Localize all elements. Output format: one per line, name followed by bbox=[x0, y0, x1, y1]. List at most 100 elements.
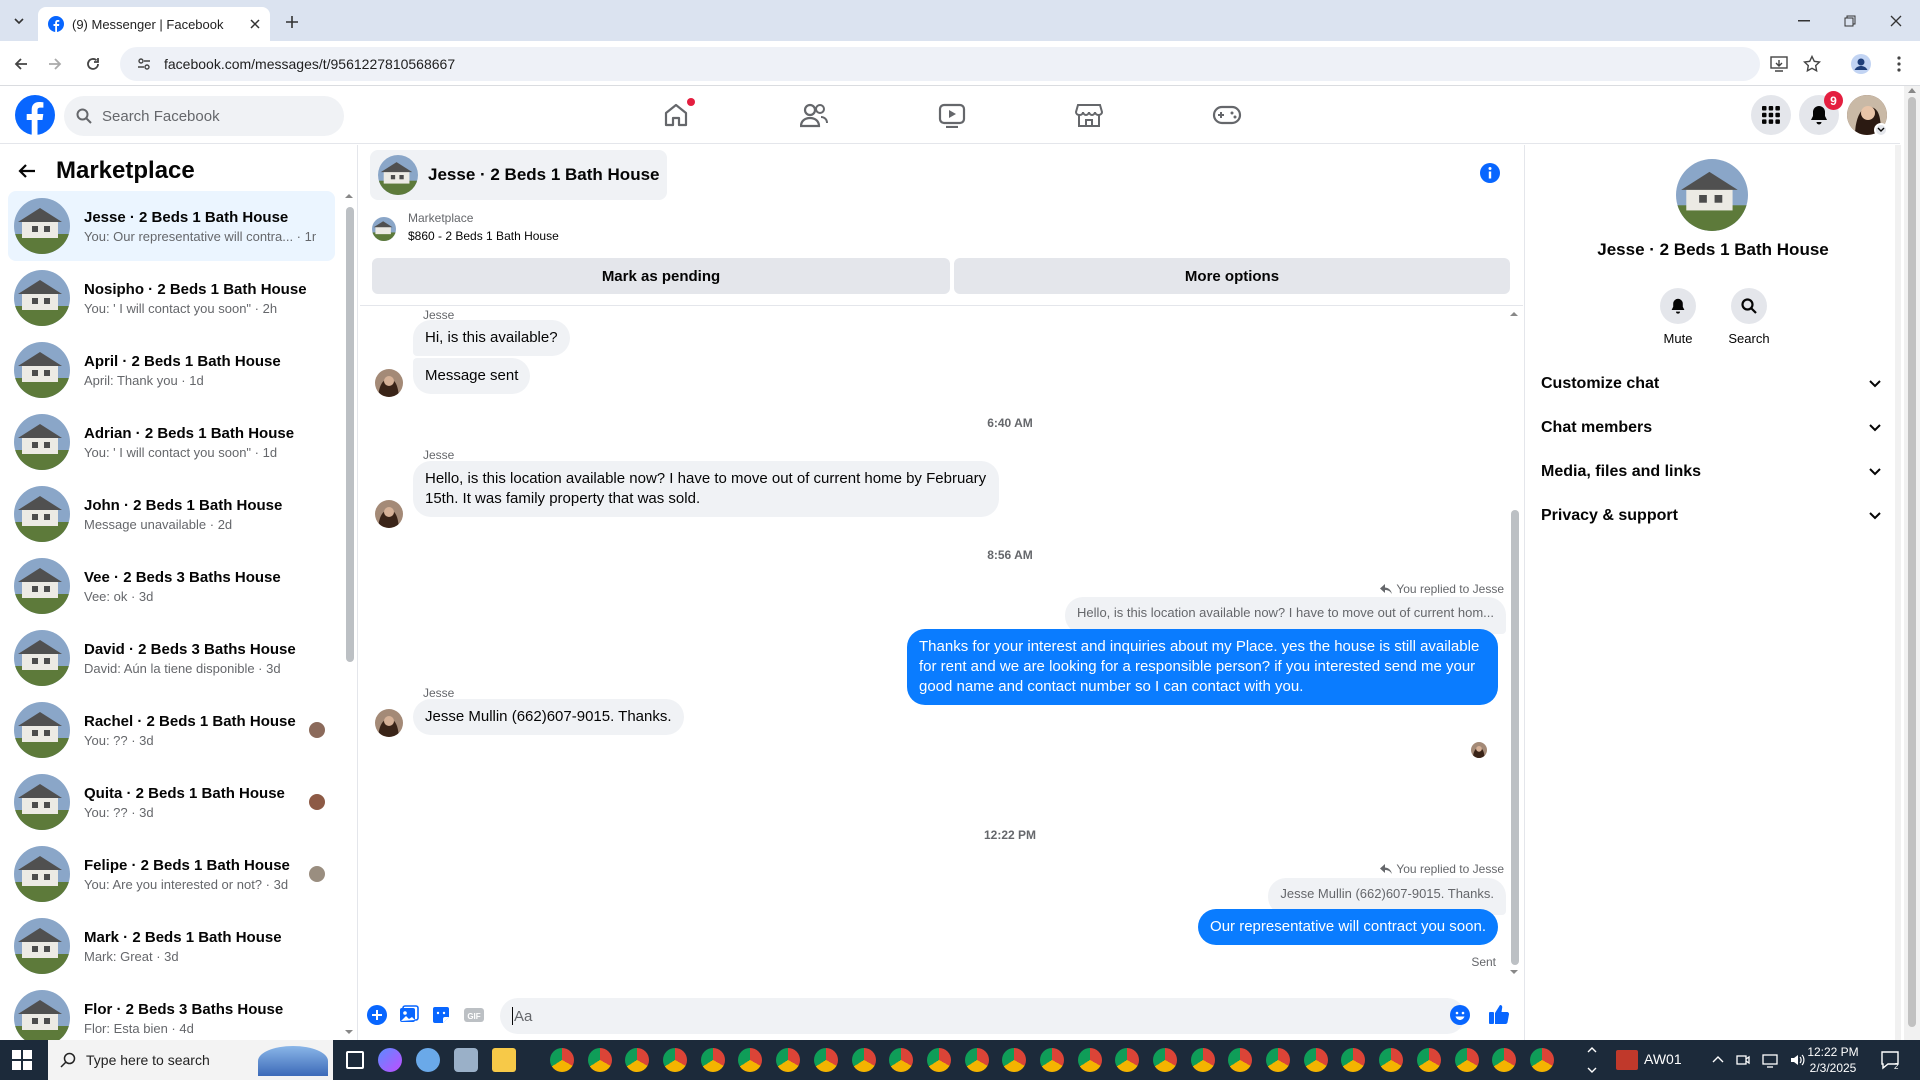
account-chevron-icon[interactable] bbox=[1874, 123, 1888, 137]
profile-icon[interactable] bbox=[1846, 49, 1876, 79]
page-scrollbar[interactable] bbox=[1904, 86, 1920, 1040]
clock[interactable]: 12:22 PM 2/3/2025 bbox=[1800, 1044, 1866, 1076]
chrome-window-icon[interactable] bbox=[1266, 1048, 1291, 1072]
notification-center-icon[interactable]: 2 bbox=[1880, 1050, 1900, 1070]
url-field[interactable]: facebook.com/messages/t/9561227810568667 bbox=[120, 47, 1760, 81]
meet-now-icon[interactable] bbox=[1736, 1052, 1750, 1068]
conversation-item[interactable]: Nosipho · 2 Beds 1 Bath House You: ' I wi… bbox=[8, 263, 335, 333]
conversation-item[interactable]: Rachel · 2 Beds 1 Bath House You: ?? · 3d bbox=[8, 695, 335, 765]
chat-scroll-down-icon[interactable] bbox=[1509, 969, 1519, 975]
facebook-search[interactable]: Search Facebook bbox=[64, 96, 344, 136]
chrome-window-icon[interactable] bbox=[1190, 1048, 1215, 1072]
bookmark-star-icon[interactable] bbox=[1797, 49, 1827, 79]
sent-message-bubble[interactable]: Thanks for your interest and inquiries a… bbox=[907, 629, 1498, 705]
conversation-item[interactable]: Felipe · 2 Beds 1 Bath House You: Are you… bbox=[8, 839, 335, 909]
emoji-icon[interactable] bbox=[1450, 1005, 1470, 1025]
conversation-item[interactable]: Adrian · 2 Beds 1 Bath House You: ' I wil… bbox=[8, 407, 335, 477]
chrome-window-icon[interactable] bbox=[1341, 1048, 1366, 1072]
message-bubble[interactable]: Hi, is this available? bbox=[413, 320, 570, 356]
conversation-info-icon[interactable] bbox=[1480, 163, 1500, 183]
details-section[interactable]: Media, files and links bbox=[1541, 452, 1891, 492]
chrome-window-icon[interactable] bbox=[926, 1048, 951, 1072]
chrome-window-icon[interactable] bbox=[587, 1048, 612, 1072]
chrome-window-icon[interactable] bbox=[1379, 1048, 1404, 1072]
chrome-window-icon[interactable] bbox=[700, 1048, 725, 1072]
chrome-window-icon[interactable] bbox=[1002, 1048, 1027, 1072]
page-scroll-thumb[interactable] bbox=[1908, 97, 1916, 1027]
notifications-button[interactable]: 9 bbox=[1799, 91, 1843, 135]
details-section[interactable]: Chat members bbox=[1541, 408, 1891, 448]
message-bubble[interactable]: Hello, is this location available now? I… bbox=[413, 461, 999, 517]
conversation-item[interactable]: John · 2 Beds 1 Bath House Message unavai… bbox=[8, 479, 335, 549]
app-icon[interactable] bbox=[454, 1048, 478, 1072]
app-icon[interactable] bbox=[416, 1048, 440, 1072]
search-in-chat-button[interactable]: Search bbox=[1723, 288, 1775, 346]
copilot-icon[interactable] bbox=[378, 1048, 402, 1072]
details-section[interactable]: Customize chat bbox=[1541, 364, 1891, 404]
mark-as-pending-button[interactable]: Mark as pending bbox=[372, 258, 950, 294]
page-scroll-up-icon[interactable] bbox=[1908, 88, 1916, 93]
list-scrollbar[interactable] bbox=[346, 207, 354, 662]
forward-icon[interactable] bbox=[40, 49, 70, 79]
chat-header[interactable]: Jesse · 2 Beds 1 Bath House bbox=[370, 150, 668, 200]
chrome-window-icon[interactable] bbox=[1303, 1048, 1328, 1072]
chat-scrollbar[interactable] bbox=[1511, 510, 1519, 965]
list-scroll-up-icon[interactable] bbox=[344, 193, 354, 199]
network-icon[interactable] bbox=[1762, 1052, 1778, 1068]
taskbar-search[interactable]: Type here to search bbox=[48, 1040, 333, 1080]
chrome-window-icon[interactable] bbox=[1115, 1048, 1140, 1072]
reload-icon[interactable] bbox=[78, 49, 108, 79]
weather-label[interactable]: AW01 bbox=[1644, 1051, 1682, 1067]
conversation-item[interactable]: Quita · 2 Beds 1 Bath House You: ?? · 3d bbox=[8, 767, 335, 837]
chrome-window-icon[interactable] bbox=[776, 1048, 801, 1072]
conversation-item[interactable]: David · 2 Beds 3 Baths House David: Aún l… bbox=[8, 623, 335, 693]
browser-tab[interactable]: (9) Messenger | Facebook bbox=[38, 7, 270, 41]
chrome-window-icon[interactable] bbox=[1039, 1048, 1064, 1072]
chat-scroll-up-icon[interactable] bbox=[1509, 311, 1519, 317]
chrome-window-icon[interactable] bbox=[1492, 1048, 1517, 1072]
chrome-window-icon[interactable] bbox=[1153, 1048, 1177, 1072]
chrome-window-icon[interactable] bbox=[964, 1048, 989, 1072]
conversation-item[interactable]: Mark · 2 Beds 1 Bath House Mark: Great · … bbox=[8, 911, 335, 981]
browser-menu-icon[interactable] bbox=[1884, 49, 1914, 79]
chrome-window-icon[interactable] bbox=[1416, 1048, 1441, 1072]
like-thumb-icon[interactable] bbox=[1488, 1003, 1510, 1025]
chrome-window-icon[interactable] bbox=[738, 1048, 763, 1072]
tray-up-icon[interactable] bbox=[1712, 1052, 1724, 1068]
nav-gaming[interactable] bbox=[1171, 94, 1283, 136]
close-tab-icon[interactable] bbox=[250, 19, 260, 29]
plus-icon[interactable] bbox=[367, 1005, 387, 1025]
nav-friends[interactable] bbox=[758, 94, 870, 136]
close-window-icon[interactable] bbox=[1874, 8, 1918, 34]
sent-message-bubble[interactable]: Our representative will contract you soo… bbox=[1198, 909, 1498, 945]
nav-watch[interactable] bbox=[896, 94, 1008, 136]
tab-search-icon[interactable] bbox=[8, 10, 30, 32]
site-info-icon[interactable] bbox=[136, 56, 152, 72]
facebook-logo-icon[interactable] bbox=[15, 95, 55, 135]
conversation-item[interactable]: Vee · 2 Beds 3 Baths House Vee: ok · 3d bbox=[8, 551, 335, 621]
conversation-item[interactable]: April · 2 Beds 1 Bath House April: Thank … bbox=[8, 335, 335, 405]
chrome-window-icon[interactable] bbox=[663, 1048, 688, 1072]
back-icon[interactable] bbox=[6, 49, 36, 79]
task-view-icon[interactable] bbox=[346, 1051, 364, 1069]
photo-icon[interactable] bbox=[399, 1005, 419, 1025]
chrome-window-icon[interactable] bbox=[625, 1048, 650, 1072]
message-input[interactable]: Aa bbox=[500, 998, 1465, 1034]
chrome-window-icon[interactable] bbox=[1228, 1048, 1253, 1072]
gif-icon[interactable]: GIF bbox=[463, 1005, 485, 1025]
mute-button[interactable]: Mute bbox=[1655, 288, 1701, 346]
menu-grid-button[interactable] bbox=[1751, 95, 1791, 135]
chrome-window-icon[interactable] bbox=[813, 1048, 838, 1072]
file-explorer-icon[interactable] bbox=[492, 1048, 516, 1072]
chrome-window-icon[interactable] bbox=[1454, 1048, 1479, 1072]
taskbar-chevron-icon[interactable] bbox=[1587, 1046, 1597, 1074]
marketplace-listing-bar[interactable]: Marketplace $860 - 2 Beds 1 Bath House bbox=[370, 211, 1520, 249]
install-app-icon[interactable] bbox=[1764, 49, 1794, 79]
conversation-item[interactable]: Jesse · 2 Beds 1 Bath House You: Our repr… bbox=[8, 191, 335, 261]
nav-marketplace[interactable] bbox=[1033, 94, 1145, 136]
chrome-window-icon[interactable] bbox=[851, 1048, 876, 1072]
chrome-window-icon[interactable] bbox=[1529, 1048, 1554, 1072]
new-tab-icon[interactable] bbox=[280, 10, 304, 34]
restore-icon[interactable] bbox=[1828, 8, 1872, 34]
message-bubble[interactable]: Jesse Mullin (662)607-9015. Thanks. bbox=[413, 699, 684, 735]
